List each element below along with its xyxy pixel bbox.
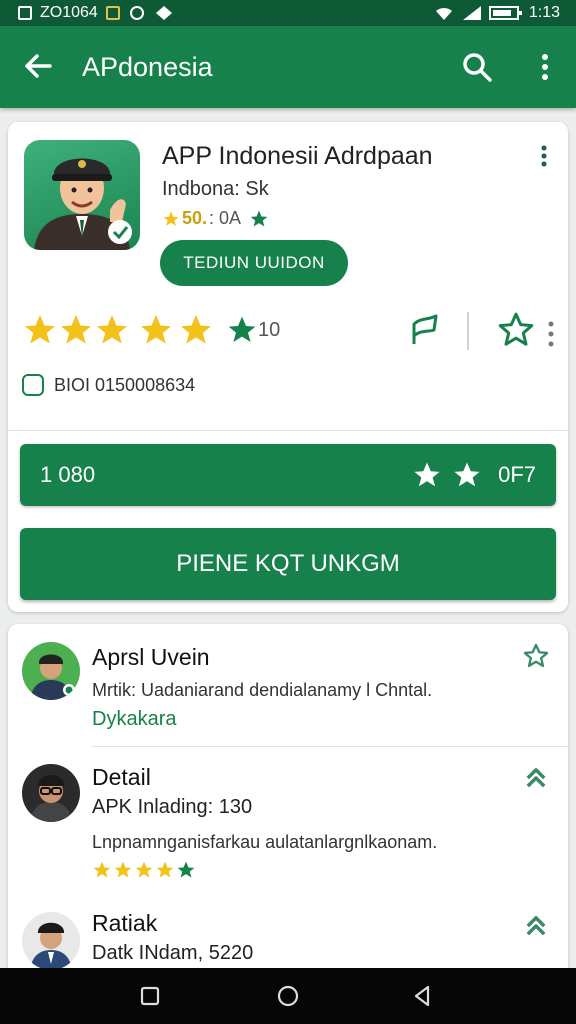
star-icon bbox=[114, 861, 132, 878]
battery-icon bbox=[488, 6, 522, 20]
rating-score: 50. bbox=[182, 208, 208, 228]
search-icon[interactable] bbox=[460, 50, 494, 84]
signal-icon bbox=[462, 6, 481, 20]
more-icon[interactable] bbox=[546, 320, 556, 348]
star-icon bbox=[93, 861, 111, 878]
star-icon bbox=[61, 315, 91, 344]
star-icon bbox=[97, 315, 127, 344]
star-icon bbox=[454, 462, 480, 487]
home-icon[interactable] bbox=[276, 984, 300, 1008]
chevrons-up-icon[interactable] bbox=[522, 912, 550, 940]
star-icon bbox=[135, 861, 153, 878]
list-item-description: Mrtik: Uadaniarand dendialanamy l Chntal… bbox=[92, 680, 433, 700]
status-time-left: ZO1064 bbox=[40, 4, 98, 21]
app-developer[interactable]: Indbona: Sk bbox=[162, 178, 269, 201]
app-bar-title: APdonesia bbox=[82, 52, 213, 82]
notification-icon-3 bbox=[129, 6, 144, 20]
details-list-card: Aprsl Uvein Mrtik: Uadaniarand dendialan… bbox=[8, 624, 568, 984]
notification-icon-2 bbox=[105, 6, 120, 20]
list-item-line: APK Inlading: 130 bbox=[92, 796, 253, 818]
info-text: BIOI 0150008634 bbox=[54, 374, 196, 395]
rating-stars[interactable]: 10 bbox=[22, 312, 280, 348]
notification-icon-4 bbox=[155, 6, 172, 20]
card-more-icon[interactable] bbox=[536, 144, 552, 168]
status-time-right: 1:13 bbox=[528, 4, 560, 21]
chevrons-up-icon[interactable] bbox=[522, 764, 550, 792]
back-icon[interactable] bbox=[410, 984, 434, 1008]
avatar bbox=[22, 912, 80, 970]
list-item-stars bbox=[92, 860, 196, 880]
list-item[interactable]: Detail APK Inlading: 130 Lnpnamnganisfar… bbox=[8, 748, 568, 898]
star-outline-icon[interactable] bbox=[496, 310, 536, 350]
officer-avatar-icon bbox=[34, 158, 132, 250]
star-icon bbox=[181, 315, 211, 344]
star-icon bbox=[163, 211, 179, 226]
app-details-card: APP Indonesii Adrdpaan Indbona: Sk 50. :… bbox=[8, 122, 568, 612]
recents-icon[interactable] bbox=[138, 984, 162, 1008]
app-bar: APdonesia bbox=[0, 26, 576, 108]
divider bbox=[92, 746, 568, 747]
star-icon bbox=[414, 462, 440, 487]
list-item-line: Datk INdam, 5220 bbox=[92, 942, 254, 964]
divider bbox=[8, 430, 568, 431]
primary-action-button[interactable]: PIENE KQT UNKGM bbox=[20, 528, 556, 600]
status-bar: ZO1064 1:13 bbox=[0, 0, 576, 26]
list-item-title: Detail bbox=[92, 764, 151, 790]
notification-icon bbox=[18, 6, 32, 20]
app-rating-summary: 50. : 0A bbox=[162, 208, 269, 229]
back-arrow-icon[interactable] bbox=[20, 48, 56, 84]
rating-extra: : 0A bbox=[209, 208, 242, 228]
rating-number: 10 bbox=[258, 318, 281, 341]
rating-bar[interactable]: 1 080 0F7 bbox=[20, 444, 556, 506]
green-star-icon bbox=[228, 316, 256, 342]
system-navigation-bar bbox=[0, 968, 576, 1024]
star-icon bbox=[25, 315, 55, 344]
green-star-icon bbox=[250, 210, 268, 226]
list-item[interactable]: Aprsl Uvein Mrtik: Uadaniarand dendialan… bbox=[8, 624, 568, 744]
flag-icon[interactable] bbox=[406, 312, 442, 348]
divider bbox=[467, 312, 469, 350]
rating-bar-label: 1 080 bbox=[40, 462, 96, 487]
install-button[interactable]: TEDIUN UUIDON bbox=[160, 240, 348, 286]
star-icon bbox=[156, 861, 174, 878]
app-title: APP Indonesii Adrdpaan bbox=[162, 142, 433, 170]
star-icon bbox=[141, 315, 171, 344]
rating-bar-value: 0F7 bbox=[498, 462, 536, 487]
avatar bbox=[22, 764, 80, 822]
list-item-description: Lnpnamnganisfarkau aulatanlargnlkaonam. bbox=[92, 832, 438, 852]
app-icon bbox=[24, 140, 140, 250]
star-outline-icon[interactable] bbox=[522, 642, 550, 670]
avatar bbox=[22, 642, 80, 700]
app-info-row: BIOI 0150008634 bbox=[22, 374, 195, 396]
list-item-title: Aprsl Uvein bbox=[92, 644, 210, 670]
info-icon bbox=[22, 374, 44, 396]
list-item-title: Ratiak bbox=[92, 910, 158, 936]
more-vert-icon[interactable] bbox=[530, 50, 560, 84]
rating-bar-stars bbox=[412, 460, 482, 490]
list-item-subtitle: Dykakara bbox=[92, 708, 177, 730]
green-star-icon bbox=[177, 861, 195, 878]
wifi-icon bbox=[435, 7, 452, 20]
